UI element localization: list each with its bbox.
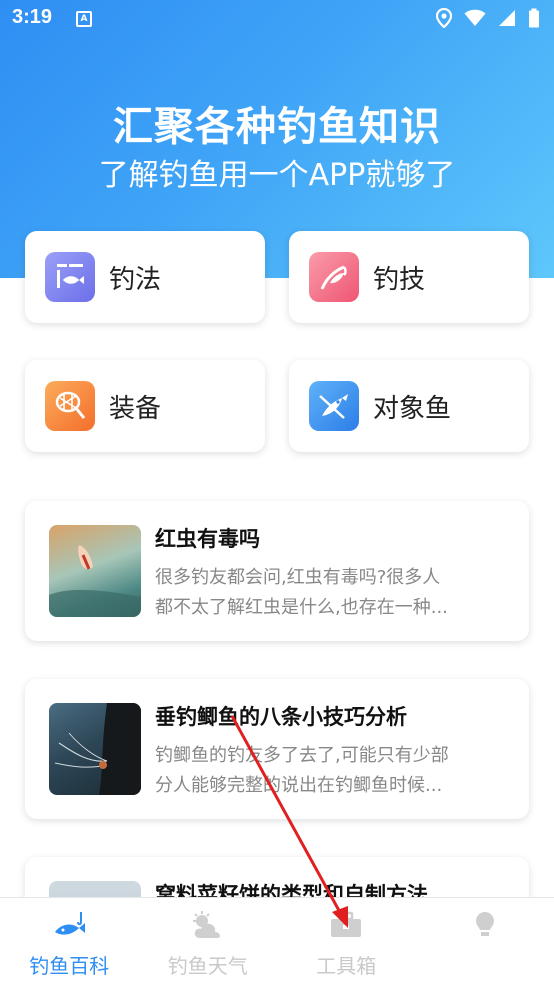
status-time: 3:19 xyxy=(12,6,53,28)
tab-label: 钓鱼百科 xyxy=(29,954,110,978)
fish-icon xyxy=(55,912,86,935)
tab-fishing-encyclopedia[interactable]: 钓鱼百科 xyxy=(0,898,139,984)
category-equipment[interactable]: 装备 xyxy=(25,360,265,452)
category-label: 对象鱼 xyxy=(373,393,452,424)
article-thumbnail xyxy=(49,703,141,795)
article-card[interactable]: 垂钓鲫鱼的八条小技巧分析 钓鲫鱼的钓友多了去了,可能只有少部 分人能够完整的说出… xyxy=(25,679,529,819)
signal-icon xyxy=(499,10,515,26)
net-icon xyxy=(45,381,95,431)
status-bar: 3:19 A xyxy=(0,0,554,40)
fishing-method-icon xyxy=(45,252,95,302)
article-card[interactable]: 红虫有毒吗 很多钓友都会问,红虫有毒吗?很多人 都不太了解红虫是什么,也存在一种… xyxy=(25,501,529,641)
category-label: 装备 xyxy=(109,393,162,424)
battery-icon xyxy=(529,8,539,28)
category-target-fish[interactable]: 对象鱼 xyxy=(289,360,529,452)
location-icon xyxy=(436,8,452,28)
category-fishing-skill[interactable]: 钓技 xyxy=(289,231,529,323)
hero-subtitle: 了解钓鱼用一个APP就够了 xyxy=(98,158,456,193)
article-thumbnail xyxy=(49,525,141,617)
notification-a-icon: A xyxy=(76,11,92,27)
category-fishing-method[interactable]: 钓法 xyxy=(25,231,265,323)
fish-hook-icon xyxy=(309,252,359,302)
bottom-tab-bar: 钓鱼百科 钓鱼天气 工具箱 xyxy=(0,897,554,984)
target-fish-icon xyxy=(309,381,359,431)
tab-tips[interactable] xyxy=(416,898,554,984)
article-title: 红虫有毒吗 xyxy=(155,527,260,551)
article-summary: 钓鲫鱼的钓友多了去了,可能只有少部 分人能够完整的说出在钓鲫鱼时候... xyxy=(155,745,449,796)
bulb-icon xyxy=(475,912,494,936)
hero-title: 汇聚各种钓鱼知识 xyxy=(113,104,441,150)
tab-label: 工具箱 xyxy=(316,954,377,978)
category-label: 钓技 xyxy=(373,264,426,295)
article-title: 垂钓鲫鱼的八条小技巧分析 xyxy=(155,705,407,729)
article-summary: 很多钓友都会问,红虫有毒吗?很多人 都不太了解红虫是什么,也存在一种... xyxy=(155,567,448,618)
tab-toolbox[interactable]: 工具箱 xyxy=(277,898,416,984)
weather-icon xyxy=(192,911,220,938)
wifi-icon xyxy=(464,9,486,27)
toolbox-icon xyxy=(331,911,362,937)
tab-fishing-weather[interactable]: 钓鱼天气 xyxy=(139,898,278,984)
category-label: 钓法 xyxy=(109,264,162,295)
tab-label: 钓鱼天气 xyxy=(167,954,248,978)
